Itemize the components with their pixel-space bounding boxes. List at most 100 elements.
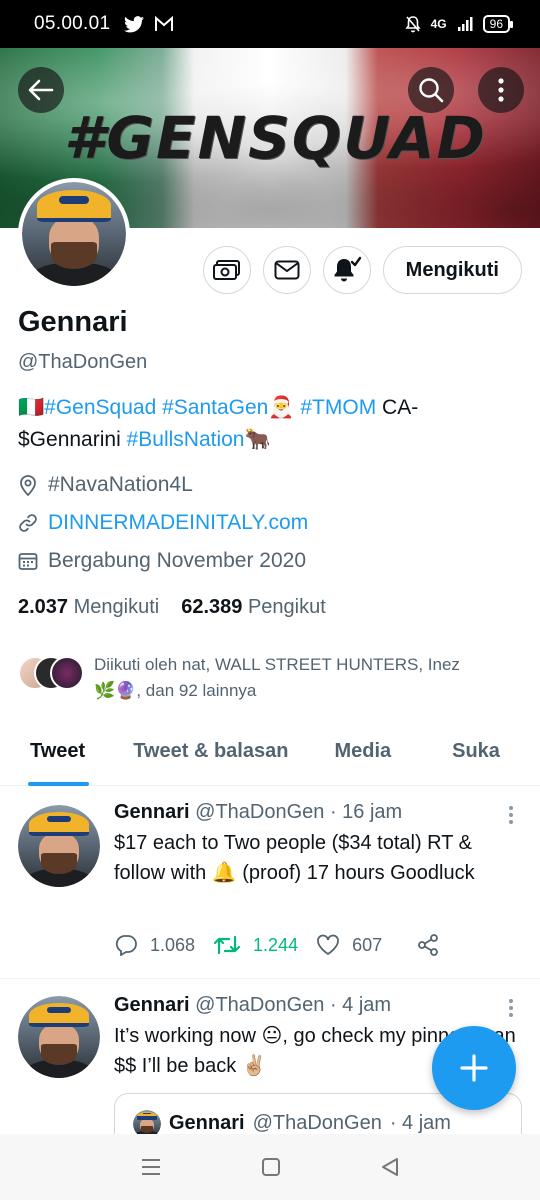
follower-avatars (18, 656, 86, 694)
hashtag-santagen[interactable]: #SantaGen (162, 396, 268, 419)
tab-likes[interactable]: Suka (452, 716, 500, 786)
bio-text: CA- (382, 396, 419, 419)
profile-website: DINNERMADEINITALY.com (18, 510, 522, 536)
hashtag-bullsnation[interactable]: #BullsNation (127, 428, 245, 451)
tweet-header: Gennari @ThaDonGen · 16 jam (114, 801, 524, 824)
tab-tweets-replies[interactable]: Tweet & balasan (133, 716, 288, 786)
tip-button[interactable] (202, 246, 251, 294)
profile-name: Gennari (18, 306, 128, 338)
follower-avatar (50, 656, 84, 690)
search-icon (419, 78, 444, 103)
tab-tweets[interactable]: Tweet (27, 716, 90, 786)
hashtag-tmom[interactable]: #TMOM (300, 396, 376, 419)
heart-icon (317, 934, 339, 956)
tweet-body: Gennari @ThaDonGen · 16 jam $17 each to … (114, 801, 524, 888)
plus-icon (460, 1054, 488, 1082)
followers-label: Pengikut (247, 596, 326, 618)
system-nav-bar (0, 1134, 540, 1200)
back-button[interactable] (18, 67, 64, 113)
signal-icon (457, 17, 473, 31)
tweet[interactable]: Gennari @ThaDonGen · 16 jam $17 each to … (0, 787, 540, 979)
battery-icon: 96 (482, 15, 514, 33)
recent-apps-icon[interactable] (140, 1157, 162, 1177)
avatar-image (18, 805, 100, 887)
follow-stats: 2.037 Mengikuti 62.389 Pengikut (18, 596, 522, 619)
victory-hand-emoji: ✌🏼 (241, 1055, 267, 1077)
search-button[interactable] (408, 67, 454, 113)
cashtag: $Gennarini (18, 428, 121, 451)
santa-emoji: 🎅 (268, 396, 295, 419)
bell-check-icon (334, 256, 361, 282)
mute-icon (405, 16, 421, 33)
following-stat[interactable]: 2.037 Mengikuti (18, 596, 159, 619)
tweet-avatar[interactable] (18, 996, 100, 1078)
followed-by-line2: , dan 92 lainnya (136, 681, 257, 700)
reply-button[interactable]: 1.068 (114, 934, 195, 956)
twitter-icon (124, 15, 145, 32)
calendar-icon (18, 553, 38, 570)
message-button[interactable] (262, 246, 311, 294)
tweet-author-name: Gennari (114, 994, 190, 1016)
money-icon (212, 260, 240, 280)
compose-tweet-button[interactable] (432, 1026, 516, 1110)
quoted-time: · 4 jam (389, 1112, 451, 1134)
joined-text: Bergabung November 2020 (48, 549, 307, 572)
tweet-more-button[interactable] (508, 805, 514, 830)
italy-flag-emoji: 🇮🇹 (18, 396, 45, 419)
followed-by-text: Diikuti oleh nat, WALL STREET HUNTERS, I… (94, 652, 460, 704)
followed-by[interactable]: Diikuti oleh nat, WALL STREET HUNTERS, I… (18, 652, 522, 704)
followed-by-line1: Diikuti oleh nat, WALL STREET HUNTERS, I… (94, 655, 460, 674)
notifications-button[interactable] (322, 246, 371, 294)
location-pin-icon (20, 475, 36, 496)
more-vertical-icon (498, 78, 504, 102)
retweet-count: 1.244 (253, 934, 299, 955)
tweet-more-button[interactable] (508, 998, 514, 1023)
tab-media[interactable]: Media (334, 716, 391, 786)
following-button[interactable]: Mengikuti (382, 246, 522, 294)
profile-bio: 🇮🇹#GenSquad #SantaGen🎅 #TMOM CA- $Gennar… (18, 392, 522, 456)
profile-handle: @ThaDonGen (18, 351, 148, 373)
more-button[interactable] (478, 67, 524, 113)
banner-text: #GENSQUAD (64, 104, 487, 172)
more-vertical-icon (509, 806, 513, 824)
tweet-text: $17 each to Two people ($34 total) RT & … (114, 828, 524, 888)
avatar-image (18, 996, 100, 1078)
bull-emoji: 🐂 (244, 428, 271, 451)
hashtag-gensquad[interactable]: #GenSquad (44, 396, 156, 419)
tweet-text-part: (proof) 17 hours Goodluck (236, 862, 475, 884)
back-nav-icon[interactable] (380, 1157, 400, 1177)
reply-count: 1.068 (150, 934, 196, 955)
network-type: 4G (430, 17, 447, 31)
tweet-header: Gennari @ThaDonGen · 4 jam (114, 994, 524, 1017)
home-icon[interactable] (261, 1157, 281, 1177)
tweet-author-handle: @ThaDonGen (195, 994, 325, 1016)
neutral-face-emoji: 😐 (261, 1025, 283, 1047)
bell-emoji: 🔔 (211, 862, 237, 884)
tweet-time: · 4 jam (329, 994, 392, 1016)
website-link[interactable]: DINNERMADEINITALY.com (48, 511, 308, 535)
profile-avatar[interactable] (18, 178, 130, 290)
tweet-author-handle: @ThaDonGen (195, 801, 325, 823)
profile-location: #NavaNation4L (18, 472, 522, 498)
more-vertical-icon (509, 999, 513, 1017)
profile-tabs: Tweet Tweet & balasan Media Suka (0, 716, 540, 786)
profile-joined: Bergabung November 2020 (18, 548, 522, 574)
tweet-actions: 1.068 1.244 607 (114, 933, 464, 957)
share-icon (418, 934, 439, 956)
arrow-left-icon (28, 79, 54, 101)
avatar-image (22, 182, 126, 286)
tweet-time: · 16 jam (329, 801, 403, 823)
profile-info: Gennari @ThaDonGen 🇮🇹#GenSquad #SantaGen… (18, 306, 522, 619)
retweet-button[interactable]: 1.244 (213, 934, 298, 956)
tweet-avatar[interactable] (18, 805, 100, 887)
reply-icon (115, 935, 137, 956)
retweet-icon (213, 935, 241, 955)
followed-by-emoji: 🌿🔮 (94, 681, 137, 700)
tweet-author-name: Gennari (114, 801, 190, 823)
share-button[interactable] (416, 933, 440, 957)
profile-actions: Mengikuti (202, 246, 522, 294)
following-count: 2.037 (18, 596, 69, 618)
followers-stat[interactable]: 62.389 Pengikut (181, 596, 326, 619)
like-button[interactable]: 607 (316, 934, 382, 956)
status-time: 05.00.01 (34, 13, 111, 34)
